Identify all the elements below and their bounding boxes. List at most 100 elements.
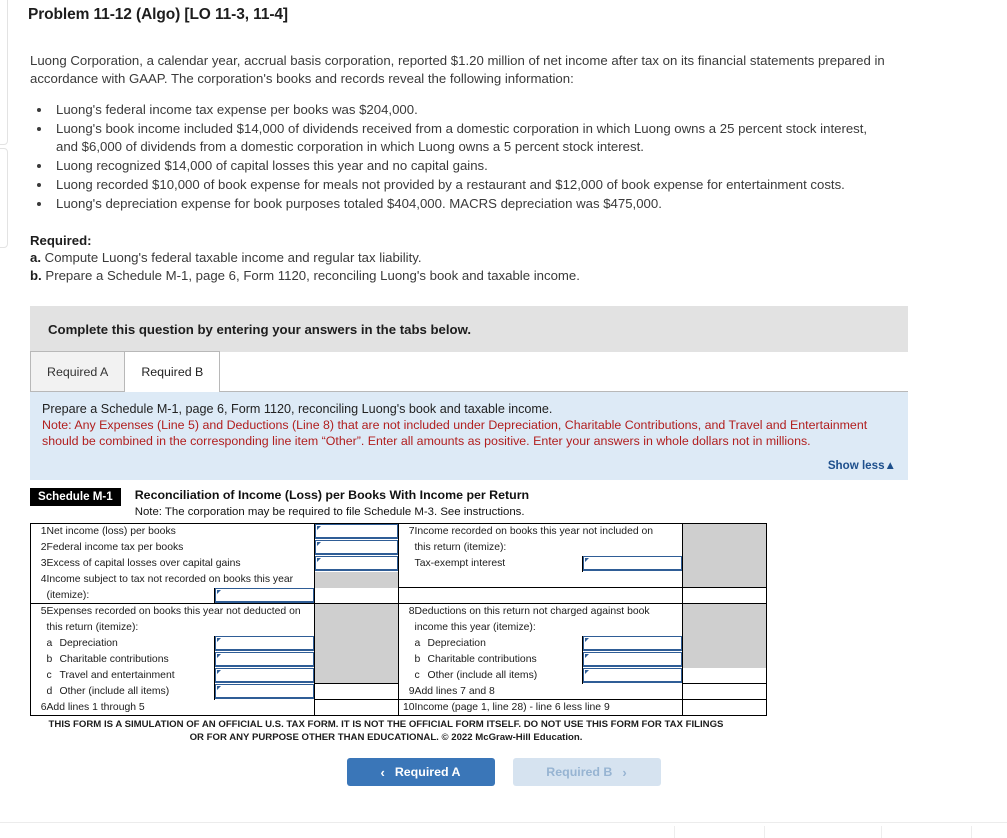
- line6-value-cell: [314, 699, 400, 716]
- show-less-label: Show less: [827, 459, 885, 472]
- line5b-label-cell: b Charitable contributions: [47, 652, 215, 668]
- line7-label-2: this return (itemize):: [414, 542, 507, 553]
- line8b-value-cell: [582, 651, 683, 668]
- list-item: Luong's federal income tax expense per b…: [52, 101, 877, 119]
- list-item: Luong recognized $14,000 of capital loss…: [52, 157, 877, 175]
- disclaimer-line-2: OR FOR ANY PURPOSE OTHER THAN EDUCATIONA…: [189, 731, 583, 743]
- toolbar-divider: [674, 826, 675, 838]
- line9-label: Add lines 7 and 8: [414, 683, 683, 700]
- line10-value-cell: [682, 699, 768, 716]
- table-row: this return (itemize): income this year …: [30, 619, 768, 636]
- chevron-left-icon: ‹: [380, 764, 385, 780]
- previous-required-a-button[interactable]: ‹ Required A: [346, 758, 495, 786]
- line8a-label-cell: a Depreciation: [415, 636, 583, 652]
- line4-itemize-num-spacer: [30, 587, 47, 604]
- line1-num: 1: [30, 523, 47, 540]
- line5d-value-cell: [213, 683, 315, 700]
- line5c-travel-entertainment-input[interactable]: [215, 668, 315, 683]
- table-row: 2 Federal income tax per books this retu…: [30, 539, 768, 556]
- line7-label: Income recorded on books this year not i…: [414, 523, 683, 540]
- line5b-charitable-contributions-input[interactable]: [215, 652, 315, 667]
- list-item: Luong recorded $10,000 of book expense f…: [52, 176, 877, 194]
- line8a-letter: a: [414, 638, 421, 649]
- instruction-banner: Complete this question by entering your …: [30, 306, 908, 352]
- schedule-m1-form: Schedule M-1 Reconciliation of Income (L…: [30, 488, 768, 716]
- line2-input[interactable]: [315, 540, 399, 555]
- line7-shaded-cell: [682, 523, 768, 540]
- line4-input[interactable]: [215, 587, 315, 603]
- line8-shaded-cell: [682, 603, 768, 620]
- line8-shaded-cell-4: [682, 651, 768, 668]
- line8b-charitable-contributions-input[interactable]: [583, 652, 683, 667]
- show-less-toggle[interactable]: Show less▲: [42, 459, 896, 472]
- line8-label-2: income this year (itemize):: [414, 622, 536, 633]
- line5-cont-num-spacer: [30, 619, 47, 636]
- line7-shaded-cell-2: [682, 539, 768, 556]
- line5b-value-cell: [213, 651, 315, 668]
- note-warning: Note: Any Expenses (Line 5) and Deductio…: [42, 418, 868, 448]
- table-row: 3 Excess of capital losses over capital …: [30, 555, 768, 572]
- chevron-right-icon: ›: [622, 764, 627, 780]
- line4-value-cell: [213, 587, 315, 604]
- line5-num: 5: [30, 603, 47, 620]
- line5a-depreciation-input[interactable]: [215, 636, 315, 651]
- line8a-value-cell: [582, 635, 683, 652]
- line9-value-cell: [682, 683, 768, 700]
- line5a-value-cell: [213, 635, 315, 652]
- line10-label: Income (page 1, line 28) - line 6 less l…: [414, 699, 683, 716]
- problem-intro: Luong Corporation, a calendar year, accr…: [30, 53, 885, 86]
- line4-itemize-label: (itemize):: [46, 589, 90, 601]
- line7-num-spacer: [399, 540, 415, 556]
- line5-shaded-cell-2: [314, 619, 400, 636]
- line5-label-2: this return (itemize):: [46, 622, 139, 633]
- line9-num: 9: [398, 683, 415, 700]
- tab-required-b[interactable]: Required B: [124, 351, 221, 392]
- line2-value-cell: [314, 539, 400, 556]
- requirement-b-letter: b.: [30, 268, 42, 283]
- line8b-label: Charitable contributions: [427, 654, 537, 665]
- nav-button-row: ‹ Required A Required B ›: [0, 758, 1007, 786]
- next-required-b-button[interactable]: Required B ›: [512, 758, 661, 786]
- line5-label: Expenses recorded on books this year not…: [46, 603, 315, 620]
- line5c-letter: c: [46, 670, 52, 681]
- page-title: Problem 11-12 (Algo) [LO 11-3, 11-4]: [28, 6, 288, 23]
- line5-shaded-cell-4: [314, 651, 400, 668]
- line1-input[interactable]: [315, 524, 399, 540]
- line7-blank: [414, 587, 683, 604]
- note-prompt: Prepare a Schedule M-1, page 6, Form 112…: [42, 402, 553, 416]
- line7-blank-num: [398, 587, 415, 604]
- line5c-label-cell: c Travel and entertainment: [47, 668, 215, 684]
- toolbar-divider: [881, 826, 882, 838]
- line3-input[interactable]: [315, 556, 399, 571]
- tab-required-b-label: Required B: [141, 364, 204, 379]
- line7-shaded-cell-4: [682, 571, 768, 588]
- line7-total-cell: [682, 587, 768, 604]
- schedule-header: Schedule M-1 Reconciliation of Income (L…: [30, 488, 742, 520]
- line4-num: 4: [30, 571, 47, 588]
- line8a-depreciation-input[interactable]: [583, 636, 683, 651]
- table-row: 6 Add lines 1 through 5 10 Income (page …: [30, 699, 768, 716]
- line4-shaded-cell: [314, 571, 400, 588]
- line8a-label: Depreciation: [427, 638, 486, 649]
- tab-required-a-label: Required A: [47, 364, 109, 379]
- line8b-letter: b: [414, 654, 421, 665]
- line10-num: 10: [398, 699, 415, 716]
- line8c-other-input[interactable]: [583, 668, 683, 683]
- table-row: d Other (include all items) 9 Add lines 7…: [30, 683, 768, 700]
- tab-required-a[interactable]: Required A: [30, 351, 126, 391]
- next-button-label: Required B: [546, 765, 613, 779]
- previous-button-label: Required A: [394, 765, 461, 779]
- line5d-label-cell: d Other (include all items): [47, 684, 215, 700]
- line7-filler: [414, 571, 683, 588]
- line8-num: 8: [398, 603, 415, 620]
- table-row: b Charitable contributions b Charitable co…: [30, 651, 768, 668]
- table-row: 4 Income subject to tax not recorded on …: [30, 571, 768, 588]
- line5d-label: Other (include all items): [59, 686, 170, 697]
- table-row: a Depreciation a Depreciation: [30, 635, 768, 652]
- line1-value-cell: [314, 523, 400, 540]
- line5a-letter: a: [46, 638, 53, 649]
- line5d-other-input[interactable]: [215, 684, 315, 699]
- table-row: (itemize):: [30, 587, 768, 604]
- line3-num: 3: [30, 555, 47, 572]
- line7-tax-exempt-interest-input[interactable]: [583, 556, 683, 571]
